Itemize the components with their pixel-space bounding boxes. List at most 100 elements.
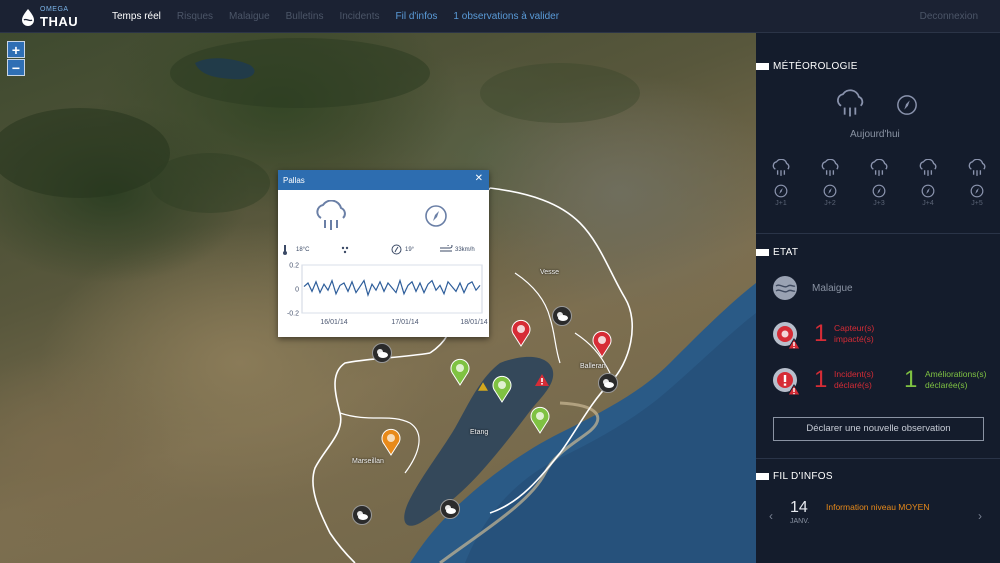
place-label-marseillan: Marseillan bbox=[352, 458, 384, 465]
compass-icon bbox=[774, 184, 788, 198]
incidents-label-1: Incident(s) bbox=[834, 369, 874, 379]
red-sensor-marker[interactable] bbox=[592, 330, 612, 358]
chart-y-tick-label: 0 bbox=[295, 287, 299, 294]
section-divider bbox=[756, 233, 1000, 234]
nav-fil-infos[interactable]: Fil d'infos bbox=[395, 11, 437, 22]
forecast-day-label: J+4 bbox=[922, 200, 934, 207]
compass-icon bbox=[970, 184, 984, 198]
next-arrow-icon[interactable]: › bbox=[978, 509, 982, 523]
logout-link[interactable]: Deconnexion bbox=[920, 11, 978, 22]
forecast-day-1[interactable]: J+1 bbox=[769, 158, 793, 207]
green-sensor-marker[interactable] bbox=[450, 358, 470, 386]
place-label-vesse: Vesse bbox=[540, 269, 560, 276]
logo[interactable]: OMEGA THAU bbox=[20, 5, 90, 29]
fil-infos-section-title: FIL D'INFOS bbox=[756, 471, 833, 482]
zoom-in-button[interactable]: + bbox=[7, 41, 25, 58]
forecast-day-4[interactable]: J+4 bbox=[916, 158, 940, 207]
incidents-label-2: déclaré(s) bbox=[834, 380, 872, 390]
wind-speed-icon bbox=[440, 245, 453, 252]
capteurs-label-1: Capteur(s) bbox=[834, 323, 875, 333]
popup-header: Pallas ✕ bbox=[278, 170, 489, 190]
etat-section-title: ETAT bbox=[756, 247, 798, 258]
weather-station-icon[interactable] bbox=[440, 499, 460, 519]
drop-logo-icon bbox=[22, 9, 34, 26]
sensor-alert-icon bbox=[773, 322, 801, 350]
thermometer-icon bbox=[283, 245, 287, 255]
compass-icon bbox=[897, 95, 917, 115]
weather-station-icon[interactable] bbox=[352, 505, 372, 525]
capteurs-count: 1 bbox=[814, 320, 828, 347]
incident-alert-icon bbox=[773, 368, 801, 396]
prev-arrow-icon[interactable]: ‹ bbox=[769, 509, 773, 523]
place-label-etang: Etang bbox=[470, 429, 489, 436]
nav-incidents[interactable]: Incidents bbox=[339, 11, 379, 22]
meteo-section-title: MÉTÉOROLOGIE bbox=[756, 61, 858, 72]
place-label-balleran: Balleran bbox=[580, 363, 606, 370]
rain-cloud-icon bbox=[772, 158, 790, 176]
logo-thau: THAU bbox=[40, 14, 79, 29]
red-sensor-marker[interactable] bbox=[511, 319, 531, 347]
wind-direction-icon bbox=[391, 244, 402, 255]
popup-title: Pallas bbox=[283, 176, 305, 185]
rain-cloud-icon bbox=[316, 200, 346, 230]
declare-observation-button[interactable]: Déclarer une nouvelle observation bbox=[773, 417, 984, 441]
info-day: 14 bbox=[790, 499, 808, 516]
rain-cloud-icon bbox=[821, 158, 839, 176]
incidents-count: 1 bbox=[814, 366, 828, 393]
rain-cloud-icon bbox=[870, 158, 888, 176]
today-label: Aujourd'hui bbox=[850, 129, 900, 140]
orange-sensor-marker[interactable] bbox=[381, 428, 401, 456]
chart-x-tick-label: 16/01/14 bbox=[320, 319, 347, 326]
forecast-day-2[interactable]: J+2 bbox=[818, 158, 842, 207]
compass-icon bbox=[823, 184, 837, 198]
nav-malaigue[interactable]: Malaigue bbox=[229, 11, 270, 22]
malaigue-label: Malaigue bbox=[812, 283, 853, 294]
green-sensor-marker[interactable] bbox=[492, 375, 512, 403]
popup-line-chart: 0.2 0 -0.2 16/01/14 17/01/14 18/01/14 bbox=[287, 263, 488, 327]
compass-icon bbox=[425, 205, 447, 227]
zoom-out-button[interactable]: − bbox=[7, 59, 25, 76]
main-nav: Temps réel Risques Malaigue Bulletins In… bbox=[112, 0, 575, 33]
zoom-control: + − bbox=[7, 41, 25, 77]
popup-close-button[interactable]: ✕ bbox=[475, 173, 483, 184]
rain-cloud-icon bbox=[968, 158, 986, 176]
nav-bulletins[interactable]: Bulletins bbox=[286, 11, 324, 22]
forecast-day-3[interactable]: J+3 bbox=[867, 158, 891, 207]
chart-y-tick-label: -0.2 bbox=[287, 311, 299, 318]
info-month: JANV. bbox=[790, 518, 810, 525]
capteurs-label-2: impacté(s) bbox=[834, 334, 874, 344]
nav-risques[interactable]: Risques bbox=[177, 11, 213, 22]
ameliorations-label-2: déclarée(s) bbox=[925, 380, 968, 390]
forecast-day-5[interactable]: J+5 bbox=[965, 158, 989, 207]
compass-icon bbox=[921, 184, 935, 198]
forecast-day-label: J+1 bbox=[775, 200, 787, 207]
malaigue-icon bbox=[773, 276, 797, 300]
chart-series-line bbox=[303, 278, 481, 297]
green-sensor-marker[interactable] bbox=[530, 406, 550, 434]
popup-wind-direction: 19° bbox=[405, 247, 415, 253]
warning-icon[interactable] bbox=[535, 374, 549, 386]
forecast-day-label: J+2 bbox=[824, 200, 836, 207]
warning-icon[interactable] bbox=[478, 382, 488, 391]
nav-temps-reel[interactable]: Temps réel bbox=[112, 11, 161, 22]
station-popup: Pallas ✕ 18°C 19° 33km/h 0.2 0 -0.2 16/01/1… bbox=[278, 170, 489, 337]
info-text[interactable]: Information niveau MOYEN bbox=[826, 502, 929, 512]
popup-temperature: 18°C bbox=[296, 247, 310, 253]
rain-cloud-icon bbox=[919, 158, 937, 176]
ameliorations-label-1: Améliorations(s) bbox=[925, 369, 987, 379]
weather-station-icon[interactable] bbox=[598, 373, 618, 393]
chart-x-tick-label: 17/01/14 bbox=[391, 319, 418, 326]
compass-icon bbox=[872, 184, 886, 198]
ameliorations-count: 1 bbox=[904, 366, 918, 393]
forecast-day-label: J+5 bbox=[971, 200, 983, 207]
forecast-day-label: J+3 bbox=[873, 200, 885, 207]
nav-observations-a-valider[interactable]: 1 observations à valider bbox=[453, 11, 559, 22]
popup-wind-speed: 33km/h bbox=[455, 247, 475, 253]
weather-station-icon[interactable] bbox=[372, 343, 392, 363]
section-divider bbox=[756, 458, 1000, 459]
rain-cloud-icon bbox=[837, 89, 864, 117]
weather-station-icon[interactable] bbox=[552, 306, 572, 326]
logo-omega: OMEGA bbox=[40, 6, 69, 13]
right-sidebar: MÉTÉOROLOGIE Aujourd'hui J+1 J+2 J+3 J+4 J+5… bbox=[756, 33, 1000, 563]
humidity-icon bbox=[341, 246, 349, 254]
